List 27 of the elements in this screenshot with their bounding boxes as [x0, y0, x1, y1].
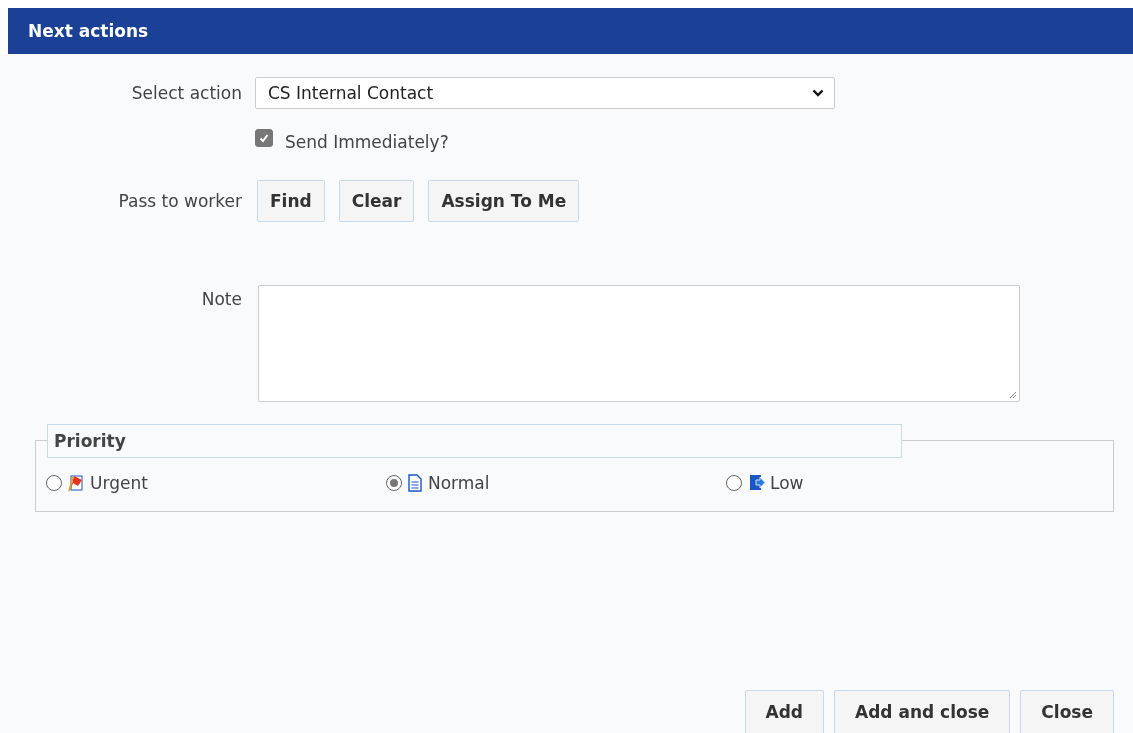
field-label: Note [200, 289, 243, 309]
worker-button[interactable]: Find [257, 180, 325, 222]
radio-button[interactable] [726, 475, 742, 491]
arrow-document-icon [747, 474, 765, 492]
checkmark-icon [258, 132, 270, 144]
worker-button[interactable]: Assign To Me [428, 180, 580, 222]
checkbox[interactable] [255, 129, 273, 147]
footer-button[interactable]: Add [744, 690, 825, 733]
resize-grip-icon [1007, 389, 1017, 399]
document-icon [407, 474, 423, 492]
legend-text: Priority [54, 431, 126, 451]
checkbox-label: Send Immediately? [285, 132, 449, 152]
radio-button[interactable] [386, 475, 402, 491]
footer-button[interactable]: Close [1020, 690, 1114, 733]
radio-label: Urgent [90, 473, 148, 493]
field-label: Pass to worker [117, 191, 243, 211]
footer-button[interactable]: Add and close [834, 690, 1011, 733]
dialog-title: Next actions [28, 21, 149, 41]
flag-document-icon [67, 474, 85, 492]
field-label: Select action [130, 83, 243, 103]
action-select[interactable]: CS Internal Contact [255, 77, 835, 109]
radio-button[interactable] [46, 475, 62, 491]
chevron-down-icon [812, 89, 824, 97]
note-field[interactable] [258, 285, 1020, 402]
radio-label: Normal [428, 473, 490, 493]
radio-label: Low [770, 473, 804, 493]
worker-button[interactable]: Clear [338, 180, 415, 222]
